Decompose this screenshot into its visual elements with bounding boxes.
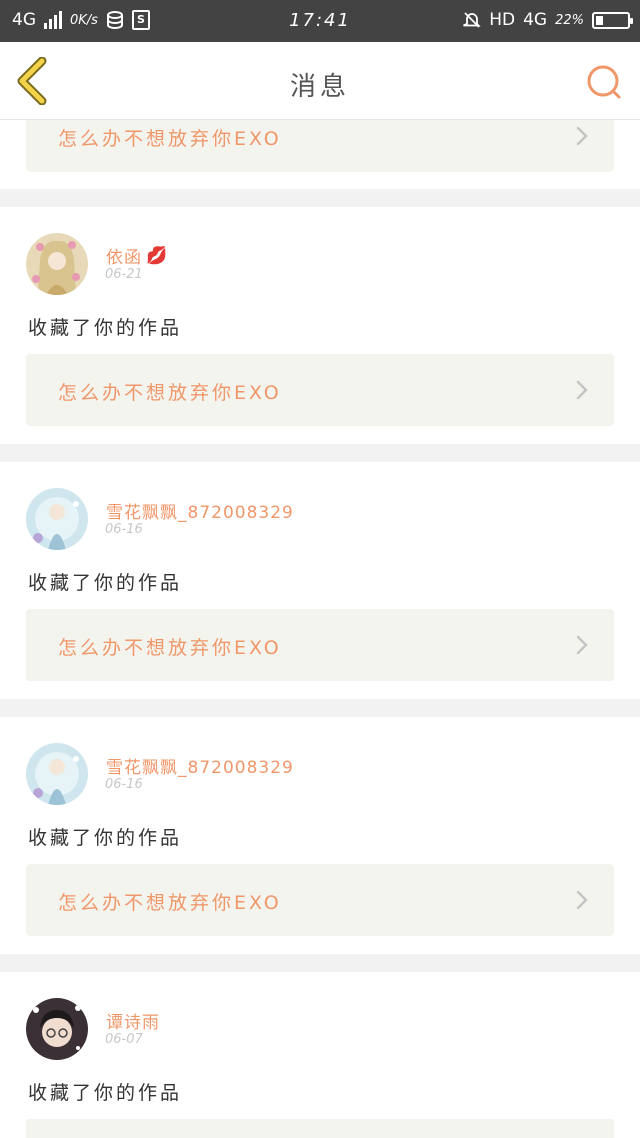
- avatar[interactable]: [26, 488, 88, 550]
- username[interactable]: 雪花飘飘_872008329: [106, 753, 294, 778]
- message-list[interactable]: 怎么办不想放弃你EXO 依函 💋 06-21 收藏了你的作品 怎么办不想放弃你E…: [0, 120, 640, 1138]
- work-link[interactable]: [26, 1119, 614, 1138]
- avatar-image: [26, 488, 88, 550]
- message-text: 收藏了你的作品: [28, 827, 183, 849]
- work-title: 怎么办不想放弃你EXO: [58, 382, 282, 404]
- message-card: 雪花飘飘_872008329 06-16 收藏了你的作品 怎么办不想放弃你EXO: [0, 717, 640, 954]
- mute-bell-icon: [463, 12, 481, 28]
- network-right-label: 4G: [523, 10, 548, 30]
- work-link[interactable]: 怎么办不想放弃你EXO: [26, 354, 614, 426]
- work-title: 怎么办不想放弃你EXO: [58, 637, 282, 659]
- hd-label: HD: [489, 10, 516, 30]
- work-link[interactable]: 怎么办不想放弃你EXO: [26, 609, 614, 681]
- message-date: 06-21: [105, 267, 143, 282]
- message-text: 收藏了你的作品: [28, 572, 183, 594]
- chevron-right-icon: [576, 890, 588, 910]
- page-title: 消息: [289, 72, 350, 102]
- message-date: 06-07: [105, 1032, 143, 1047]
- username[interactable]: 谭诗雨: [106, 1008, 160, 1033]
- work-link[interactable]: 怎么办不想放弃你EXO: [26, 120, 614, 172]
- message-card: 谭诗雨 06-07 收藏了你的作品: [0, 972, 640, 1138]
- message-card: 依函 💋 06-21 收藏了你的作品 怎么办不想放弃你EXO: [0, 207, 640, 444]
- username[interactable]: 雪花飘飘_872008329: [106, 498, 294, 523]
- message-card: 怎么办不想放弃你EXO: [0, 120, 640, 189]
- avatar-image: [26, 233, 88, 295]
- battery-percent: 22%: [555, 12, 584, 28]
- status-bar: 4G 0K/s S 17:41 HD 4G 22%: [0, 0, 640, 42]
- avatar[interactable]: [26, 233, 88, 295]
- avatar[interactable]: [26, 743, 88, 805]
- work-title: 怎么办不想放弃你EXO: [58, 892, 282, 914]
- lips-badge-icon: 💋: [146, 245, 169, 266]
- message-date: 06-16: [105, 777, 143, 792]
- avatar-image: [26, 998, 88, 1060]
- message-text: 收藏了你的作品: [28, 1082, 183, 1104]
- message-date: 06-16: [105, 522, 143, 537]
- search-icon: [587, 65, 621, 99]
- message-card: 雪花飘飘_872008329 06-16 收藏了你的作品 怎么办不想放弃你EXO: [0, 462, 640, 699]
- avatar-image: [26, 743, 88, 805]
- search-button[interactable]: [584, 62, 624, 102]
- chevron-right-icon: [576, 126, 588, 146]
- chevron-right-icon: [576, 635, 588, 655]
- username[interactable]: 依函: [106, 243, 142, 268]
- message-text: 收藏了你的作品: [28, 317, 183, 339]
- chevron-right-icon: [576, 380, 588, 400]
- battery-icon: [592, 11, 633, 29]
- avatar[interactable]: [26, 998, 88, 1060]
- work-title: 怎么办不想放弃你EXO: [58, 128, 282, 150]
- nav-bar: 消息: [0, 42, 640, 120]
- work-link[interactable]: 怎么办不想放弃你EXO: [26, 864, 614, 936]
